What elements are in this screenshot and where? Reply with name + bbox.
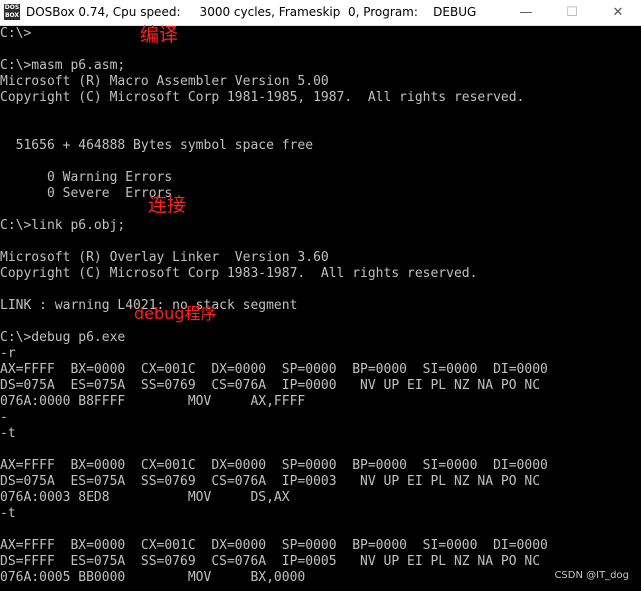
annotation-compile: 编译 [140, 24, 179, 46]
console-line: Copyright (C) Microsoft Corp 1983-1987. … [0, 266, 478, 281]
console-line: DS=FFFF ES=075A SS=0769 CS=076A IP=0005 … [0, 554, 541, 569]
console-line: Microsoft (R) Macro Assembler Version 5.… [0, 74, 329, 89]
annotation-debug: debug程序 [134, 304, 217, 323]
console-line: 076A:0003 8ED8 MOV DS,AX [0, 490, 290, 505]
console-line: C:\>masm p6.asm; [0, 58, 126, 73]
console-line: 0 Warning Errors [0, 170, 173, 185]
annotation-link: 连接 [148, 194, 187, 216]
console-line: C:\>debug p6.exe [0, 330, 126, 345]
console-line: AX=FFFF BX=0000 CX=001C DX=0000 SP=0000 … [0, 362, 548, 377]
window-title: DOSBox 0.74, Cpu speed: 3000 cycles, Fra… [26, 5, 477, 19]
console-line: 0 Severe Errors [0, 186, 173, 201]
console-line: Copyright (C) Microsoft Corp 1981-1985, … [0, 90, 525, 105]
maximize-icon: ☐ [566, 5, 578, 20]
console-line: -t [0, 506, 16, 521]
console-line: AX=FFFF BX=0000 CX=001C DX=0000 SP=0000 … [0, 538, 548, 553]
dosbox-app-icon[interactable]: DOS BOX [4, 4, 20, 20]
dosbox-window: DOS BOX DOSBox 0.74, Cpu speed: 3000 cyc… [0, 0, 641, 591]
minimize-button[interactable]: — [503, 0, 549, 25]
console-line: C:\>link p6.obj; [0, 218, 126, 233]
csdn-watermark: CSDN @IT_dog [554, 570, 629, 581]
console-line: DS=075A ES=075A SS=0769 CS=076A IP=0003 … [0, 474, 541, 489]
console-line: AX=FFFF BX=0000 CX=001C DX=0000 SP=0000 … [0, 458, 548, 473]
console-line: 51656 + 464888 Bytes symbol space free [0, 138, 314, 153]
maximize-button[interactable]: ☐ [549, 0, 595, 25]
close-icon: ✕ [612, 5, 624, 20]
console-line: 076A:0000 B8FFFF MOV AX,FFFF [0, 394, 306, 409]
console-line: -r [0, 346, 16, 361]
title-bar[interactable]: DOS BOX DOSBox 0.74, Cpu speed: 3000 cyc… [0, 0, 641, 26]
minimize-icon: — [519, 5, 533, 20]
console-line: - [0, 410, 8, 425]
close-button[interactable]: ✕ [595, 0, 641, 25]
dos-console[interactable]: C:\> C:\>masm p6.asm; Microsoft (R) Macro … [0, 26, 641, 591]
console-line: DS=075A ES=075A SS=0769 CS=076A IP=0000 … [0, 378, 541, 393]
console-line: -t [0, 426, 16, 441]
console-line: 076A:0005 BB0000 MOV BX,0000 [0, 570, 306, 585]
console-line: C:\> [0, 26, 32, 41]
console-line: Microsoft (R) Overlay Linker Version 3.6… [0, 250, 329, 265]
